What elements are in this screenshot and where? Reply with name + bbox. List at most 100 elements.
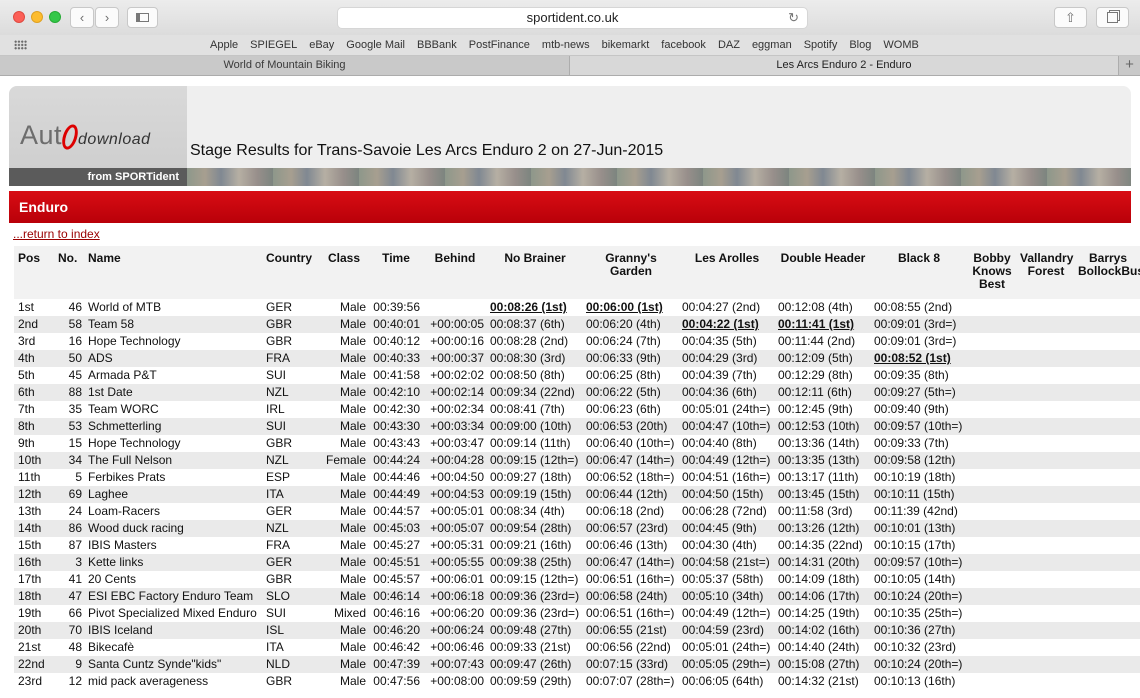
- table-cell: 00:09:36 (23rd=): [486, 588, 582, 605]
- table-cell: 00:09:00 (10th): [486, 418, 582, 435]
- table-cell: Male: [339, 504, 366, 518]
- table-cell: 00:06:46 (13th): [586, 538, 668, 552]
- table-cell: [966, 639, 1016, 656]
- forward-button[interactable]: ›: [95, 7, 119, 28]
- table-cell: [966, 452, 1016, 469]
- table-cell: 70: [54, 622, 84, 639]
- back-button[interactable]: ‹: [70, 7, 94, 28]
- table-cell: 00:09:27 (5th=): [870, 384, 966, 401]
- table-cell: [1074, 435, 1140, 452]
- share-button[interactable]: ⇧: [1054, 7, 1087, 28]
- table-cell: 00:39:56: [373, 300, 420, 314]
- tabs-overview-icon: [1107, 12, 1118, 23]
- table-cell: 23rd: [18, 674, 43, 688]
- table-cell: 00:11:58 (3rd): [778, 504, 853, 518]
- bookmark-ebay[interactable]: eBay: [309, 35, 334, 55]
- tabs-overview-button[interactable]: [1096, 7, 1129, 28]
- sidebar-toggle-button[interactable]: [127, 7, 158, 28]
- table-cell: 00:12:53 (10th): [774, 418, 870, 435]
- grid-icon[interactable]: [14, 40, 27, 50]
- table-cell: GER: [266, 504, 293, 518]
- return-to-index-link[interactable]: ...return to index: [13, 227, 100, 241]
- table-cell: 35: [68, 402, 82, 416]
- table-cell: [1016, 537, 1074, 554]
- table-cell: [1016, 350, 1074, 367]
- chevron-left-icon: ‹: [79, 10, 85, 25]
- table-cell: 00:09:21 (16th): [490, 538, 572, 552]
- table-cell: +00:05:01: [430, 504, 484, 518]
- table-cell: Team 58: [84, 316, 262, 333]
- tab-les-arcs-enduro[interactable]: Les Arcs Enduro 2 - Enduro: [570, 56, 1118, 75]
- table-cell: FRA: [262, 350, 318, 367]
- bookmark-facebook[interactable]: facebook: [661, 35, 706, 55]
- table-cell: 00:46:20: [368, 622, 422, 639]
- table-cell: 00:06:47 (14th=): [582, 452, 678, 469]
- close-window-button[interactable]: [13, 11, 25, 23]
- bookmark-spotify[interactable]: Spotify: [804, 35, 838, 55]
- table-cell: 00:06:47 (14th=): [582, 554, 678, 571]
- table-cell: 00:06:52 (18th=): [586, 470, 675, 484]
- table-cell: [1074, 469, 1140, 486]
- bookmark-bbbank[interactable]: BBBank: [417, 35, 457, 55]
- address-bar[interactable]: sportident.co.uk ↻: [337, 7, 808, 29]
- table-cell: The Full Nelson: [84, 452, 262, 469]
- table-cell: SUI: [262, 418, 318, 435]
- table-cell: 00:07:15 (33rd): [582, 656, 678, 673]
- table-cell: 00:09:59 (29th): [490, 674, 572, 688]
- table-cell: Male: [318, 622, 368, 639]
- bookmark-google-mail[interactable]: Google Mail: [346, 35, 405, 55]
- table-cell: 00:05:05 (29th=): [678, 656, 774, 673]
- table-cell: 00:13:45 (15th): [774, 486, 870, 503]
- table-cell: 00:10:24 (20th=): [870, 656, 966, 673]
- table-cell: 00:06:40 (10th=): [586, 436, 675, 450]
- table-cell: [966, 554, 1016, 571]
- table-cell: Male: [339, 368, 366, 382]
- table-cell: 9: [54, 656, 84, 673]
- table-cell: 00:14:31 (20th): [774, 554, 870, 571]
- table-cell: Male: [318, 588, 368, 605]
- table-cell: +00:00:05: [422, 316, 486, 333]
- table-cell: 00:04:40 (8th): [682, 436, 757, 450]
- table-cell: [966, 588, 1016, 605]
- reload-icon[interactable]: ↻: [788, 8, 799, 28]
- table-cell: [966, 367, 1016, 384]
- bookmark-bikemarkt[interactable]: bikemarkt: [602, 35, 650, 55]
- table-cell: [1016, 554, 1074, 571]
- table-cell: Male: [318, 520, 368, 537]
- table-cell: 8th: [14, 418, 54, 435]
- results-body: 1st 46 World of MTB GER Male 00:39:56 00:08:26…: [14, 299, 1140, 690]
- table-row: 10th 34 The Full Nelson NZL Female 00:44:24 +0…: [14, 452, 1140, 469]
- bookmark-blog[interactable]: Blog: [849, 35, 871, 55]
- table-cell: [1016, 452, 1074, 469]
- bookmark-eggman[interactable]: eggman: [752, 35, 792, 55]
- table-cell: 00:07:07 (28th=): [586, 674, 675, 688]
- column-header: Vallandry Forest: [1016, 246, 1074, 299]
- table-cell: +00:02:34: [430, 402, 484, 416]
- tab-world-of-mountain-biking[interactable]: World of Mountain Biking: [0, 56, 570, 75]
- column-header: Bobby Knows Best: [966, 246, 1016, 299]
- zoom-window-button[interactable]: [49, 11, 61, 23]
- table-cell: +00:06:18: [422, 588, 486, 605]
- bookmark-womb[interactable]: WOMB: [883, 35, 918, 55]
- table-cell: 20th: [14, 622, 54, 639]
- table-cell: [1074, 486, 1140, 503]
- bookmark-apple[interactable]: Apple: [210, 35, 238, 55]
- logo-suffix: download: [78, 131, 151, 148]
- table-cell: 22nd: [14, 656, 54, 673]
- bookmark-postfinance[interactable]: PostFinance: [469, 35, 530, 55]
- bookmark-daz[interactable]: DAZ: [718, 35, 740, 55]
- table-cell: [1016, 435, 1074, 452]
- bookmark-mtb-news[interactable]: mtb-news: [542, 35, 590, 55]
- table-cell: 00:08:55 (2nd): [874, 300, 953, 314]
- table-cell: 11th: [18, 470, 41, 484]
- column-header: Country: [262, 246, 318, 299]
- sidebar-icon: [136, 13, 149, 22]
- table-cell: [1016, 622, 1074, 639]
- table-cell: NLD: [262, 656, 318, 673]
- tab-bar: World of Mountain Biking Les Arcs Enduro…: [0, 56, 1140, 76]
- minimize-window-button[interactable]: [31, 11, 43, 23]
- new-tab-button[interactable]: +: [1118, 56, 1140, 75]
- bookmark-spiegel[interactable]: SPIEGEL: [250, 35, 297, 55]
- table-cell: 00:06:33 (9th): [582, 350, 678, 367]
- table-cell: Wood duck racing: [84, 520, 262, 537]
